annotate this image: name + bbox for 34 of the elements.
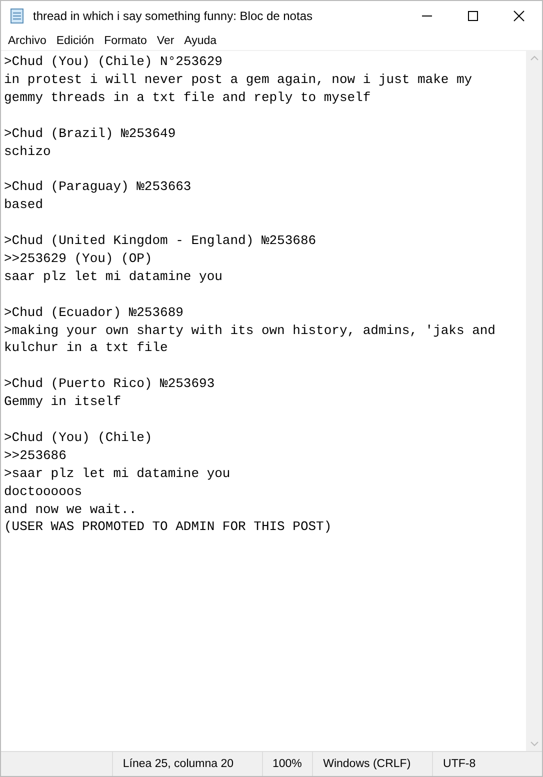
menu-item[interactable]: Ver — [152, 34, 180, 46]
text-line: >Chud (You) (Chile) — [4, 428, 154, 447]
encoding: UTF-8 — [432, 752, 542, 776]
text-line: >Chud (United Kingdom - England) №253686 — [4, 232, 318, 250]
menu-item[interactable]: Formato — [99, 34, 152, 46]
window-title: thread in which i say something funny: Bloc de notas — [33, 9, 314, 23]
text-line: >Chud (Ecuador) №253689 — [4, 304, 184, 322]
text-line: >making your own sharty with its own history, admins, 'jaks and kulchur in a txt file — [4, 322, 496, 358]
notepad-icon — [9, 8, 25, 24]
text-line: >Chud (Brazil) №253649 — [4, 124, 177, 143]
text-line: >saar plz let mi datamine you — [4, 464, 232, 483]
text-line: (USER WAS PROMOTED TO ADMIN FOR THIS POST) — [4, 518, 333, 536]
close-icon — [513, 10, 525, 22]
text-line: saar plz let mi datamine you — [4, 268, 224, 286]
text-line: based — [4, 196, 44, 214]
text-line: >>253629 (You) (OP) — [4, 250, 154, 268]
text-line: doctooooos — [4, 482, 84, 501]
cursor-position: Línea 25, columna 20 — [112, 752, 262, 776]
menu-item[interactable]: Edición — [51, 34, 100, 46]
text-line: >Chud (You) (Chile) N°253629 — [4, 53, 224, 71]
text-line: schizo — [4, 142, 52, 160]
text-line: in protest i will never post a gem again, now i just make my gemmy threads in a txt file and reply to myself — [4, 70, 474, 107]
zoom-level: 100% — [262, 752, 312, 776]
line-endings: Windows (CRLF) — [312, 752, 432, 776]
text-line: >Chud (Puerto Rico) №253693 — [4, 375, 216, 394]
text-line: Gemmy in itself — [4, 393, 122, 412]
scroll-down-icon[interactable] — [530, 741, 538, 747]
menu-item[interactable]: Ayuda — [179, 34, 222, 46]
text-line: >Chud (Paraguay) №253663 — [4, 178, 192, 196]
menu-item[interactable]: Archivo — [3, 34, 52, 46]
text-line: >>253686 — [4, 446, 68, 465]
scroll-up-icon[interactable] — [530, 55, 538, 61]
text-line: and now we wait.. — [4, 500, 138, 518]
maximize-icon — [467, 10, 479, 22]
